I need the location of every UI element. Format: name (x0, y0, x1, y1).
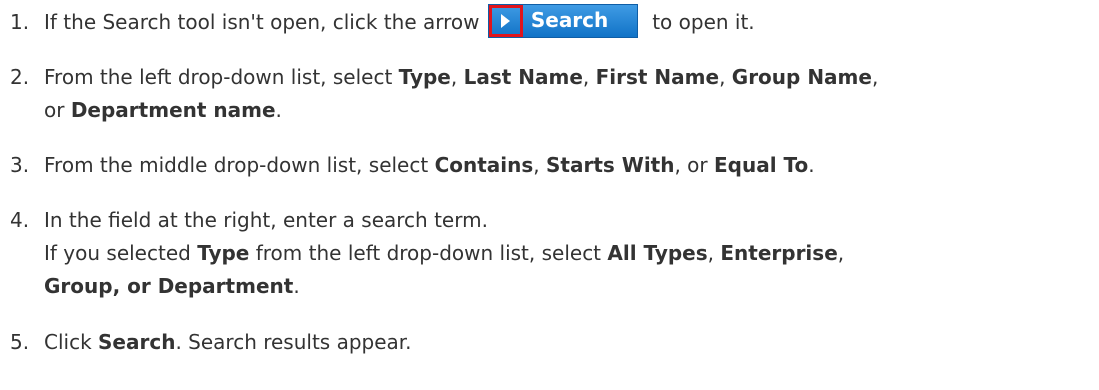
step-text: to open it. (652, 10, 755, 34)
text-run: From the left drop-down list, select (44, 65, 399, 89)
search-tool-toggle-button[interactable]: Search (487, 3, 638, 38)
text-run: . (275, 98, 282, 122)
step-number: 4. (10, 208, 30, 232)
text-run: . (808, 153, 815, 177)
text-run: , (450, 65, 464, 89)
bold-term: Last Name (463, 65, 583, 89)
text-run: In the field at the right, enter a searc… (44, 208, 488, 232)
text-run: , (533, 153, 546, 177)
play-arrow-icon (500, 13, 510, 28)
bold-term: Type (398, 65, 451, 89)
bold-term: Group, or Department (44, 274, 294, 298)
instruction-list: 1. If the Search tool isn't open, click … (0, 0, 1099, 390)
bold-term: All Types (607, 241, 708, 265)
text-run: Click (44, 330, 99, 354)
step-line: If you selected Type from the left drop-… (44, 237, 1089, 270)
text-run: , (719, 65, 732, 89)
text-run: . (293, 274, 300, 298)
bold-term: Contains (434, 153, 534, 177)
step-line: From the middle drop-down list, select C… (44, 149, 1089, 182)
text-run: , (707, 241, 721, 265)
text-run: , or (674, 153, 714, 177)
search-button-label: Search (530, 7, 609, 32)
step-text: If the Search tool isn't open, click the… (44, 10, 480, 34)
bold-term: Starts With (546, 153, 675, 177)
step-line: or Department name. (44, 94, 1089, 127)
text-run: , (582, 65, 596, 89)
expand-arrow-highlight[interactable] (488, 4, 523, 37)
text-run: If you selected (44, 241, 198, 265)
bold-term: Enterprise (720, 241, 838, 265)
bold-term: First Name (595, 65, 720, 89)
text-run: , (871, 65, 879, 89)
step-line: Group, or Department. (44, 270, 1089, 303)
bold-term: Department name (70, 98, 276, 122)
step-number: 1. (10, 10, 30, 34)
text-run: or (44, 98, 71, 122)
text-run: from the left drop-down list, select (249, 241, 608, 265)
step-number: 2. (10, 65, 30, 89)
step-line: Click Search. Search results appear. (44, 326, 1089, 359)
bold-term: Equal To (714, 153, 809, 177)
step-number: 3. (10, 153, 30, 177)
bold-term: Type (197, 241, 250, 265)
step-line: From the left drop-down list, select Typ… (44, 61, 1089, 94)
bold-term: Group Name (731, 65, 872, 89)
bold-term: Search (98, 330, 176, 354)
text-run: . Search results appear. (175, 330, 412, 354)
step-number: 5. (10, 330, 30, 354)
text-run: , (837, 241, 845, 265)
step-line: In the field at the right, enter a searc… (44, 204, 1089, 237)
text-run: From the middle drop-down list, select (44, 153, 435, 177)
